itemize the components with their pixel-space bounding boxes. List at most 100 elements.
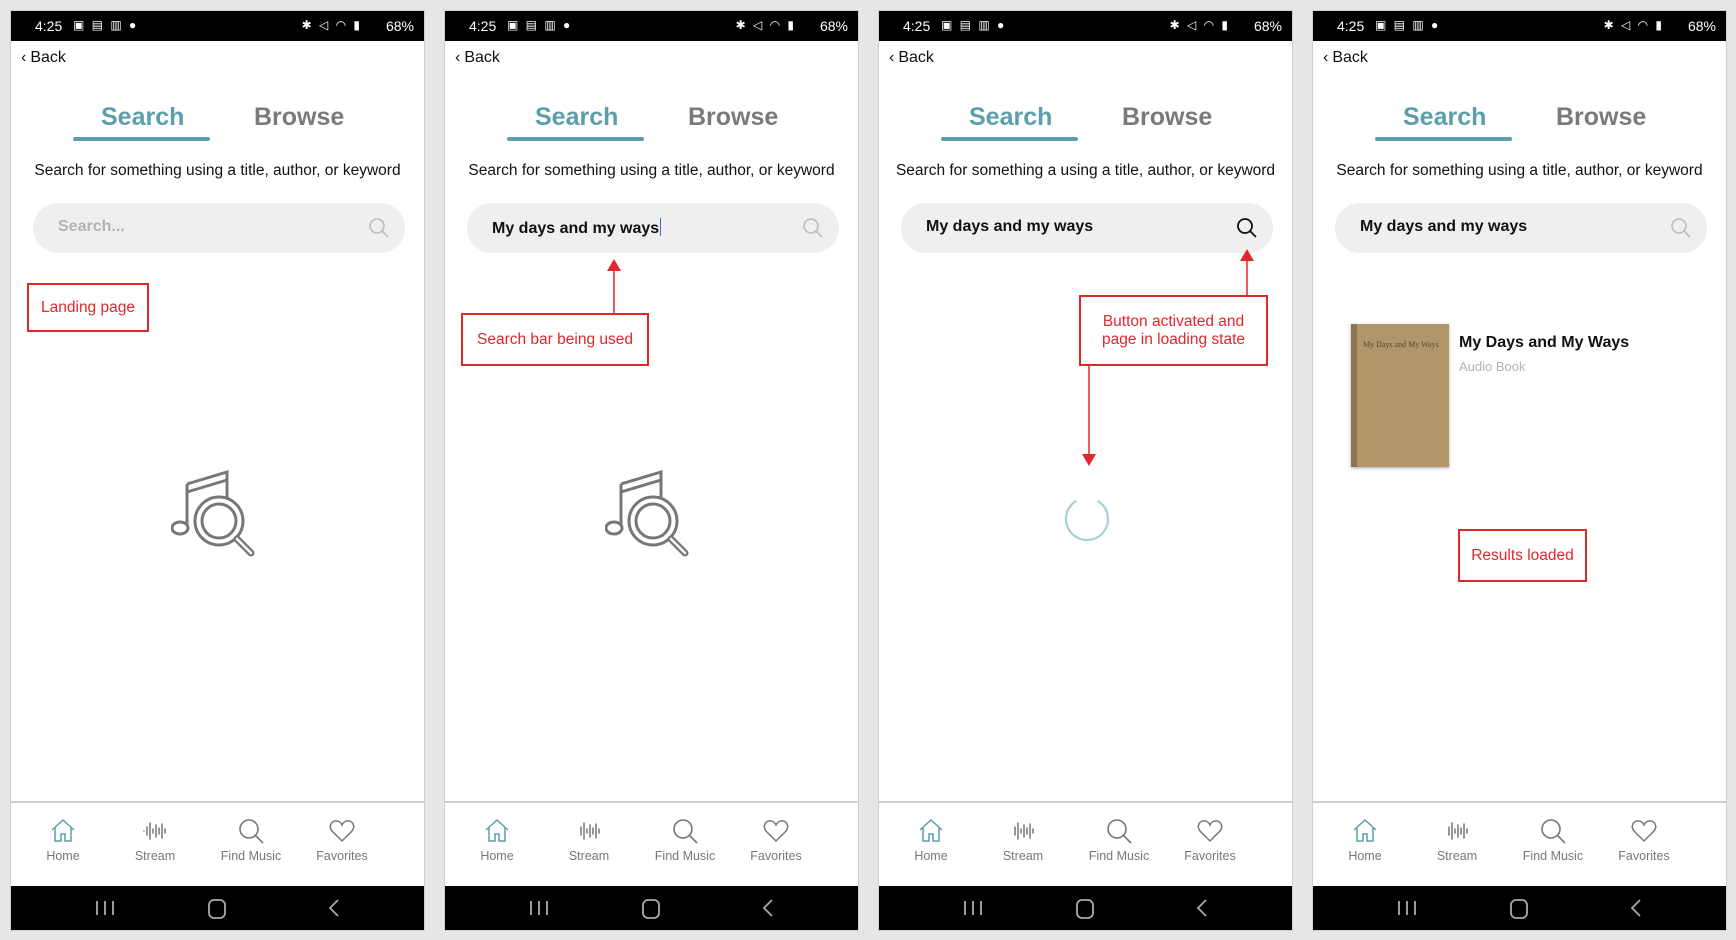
tabbar-favorites[interactable]: Favorites xyxy=(1594,817,1694,863)
phone-screen-landing: 4:25 ▣ ▤ ▥ ● ✱ ◁ ◠ ▮ 68% ‹ Back Search Br… xyxy=(10,10,425,931)
back-label: Back xyxy=(464,49,500,66)
tab-browse[interactable]: Browse xyxy=(1556,103,1646,132)
recents-icon[interactable] xyxy=(961,898,985,918)
tab-search[interactable]: Search xyxy=(535,103,618,132)
back-nav-icon[interactable] xyxy=(1629,898,1643,918)
system-icons: ✱ ◁ ◠ ▮ xyxy=(1603,18,1664,32)
magnifier-icon xyxy=(1107,819,1132,844)
annotation-results: Results loaded xyxy=(1458,529,1587,582)
annotation-loading-line2: page in loading state xyxy=(1101,331,1246,348)
tab-search[interactable]: Search xyxy=(101,103,184,132)
back-nav-icon[interactable] xyxy=(761,898,775,918)
home-button-icon[interactable] xyxy=(206,898,228,920)
chevron-left-icon: ‹ xyxy=(21,49,27,66)
search-icon[interactable] xyxy=(367,216,391,240)
status-bar: 4:25 ▣ ▤ ▥ ● ✱ ◁ ◠ ▮ 68% xyxy=(879,11,1292,41)
home-icon xyxy=(485,818,509,842)
tabbar-favorites[interactable]: Favorites xyxy=(726,817,826,863)
tabbar-favorites[interactable]: Favorites xyxy=(1160,817,1260,863)
search-input[interactable]: My days and my ways xyxy=(492,218,662,238)
tabbar-home[interactable]: Home xyxy=(1315,817,1415,863)
waveform-icon xyxy=(1014,822,1034,840)
home-icon xyxy=(919,818,943,842)
tab-browse[interactable]: Browse xyxy=(1122,103,1212,132)
waveform-icon xyxy=(143,822,166,840)
tabbar-favorites[interactable]: Favorites xyxy=(292,817,392,863)
search-instructions: Search for something using a title, auth… xyxy=(1336,162,1703,179)
recents-icon[interactable] xyxy=(1395,898,1419,918)
tabbar-stream-label: Stream xyxy=(568,849,610,863)
tab-search[interactable]: Search xyxy=(1403,103,1486,132)
loading-spinner-icon xyxy=(1064,496,1110,542)
system-nav-bar xyxy=(445,886,858,930)
tab-search[interactable]: Search xyxy=(969,103,1052,132)
tabbar-stream[interactable]: Stream xyxy=(105,817,205,863)
back-button[interactable]: ‹ Back xyxy=(1323,49,1368,67)
arrow-up-icon xyxy=(1240,249,1254,297)
tabbar-find-music-label: Find Music xyxy=(1088,849,1150,863)
active-tab-indicator xyxy=(507,137,644,141)
status-time: 4:25 xyxy=(469,18,497,34)
search-icon[interactable] xyxy=(1235,216,1259,240)
back-button[interactable]: ‹ Back xyxy=(889,49,934,67)
annotation-typing: Search bar being used xyxy=(461,313,649,366)
tabbar-favorites-label: Favorites xyxy=(1184,849,1236,863)
home-button-icon[interactable] xyxy=(1074,898,1096,920)
tabbar-stream[interactable]: Stream xyxy=(973,817,1073,863)
chevron-left-icon: ‹ xyxy=(1323,49,1329,66)
system-nav-bar xyxy=(11,886,424,930)
bottom-tab-bar: Home Stream Find Music Favorites xyxy=(445,801,858,888)
back-nav-icon[interactable] xyxy=(327,898,341,918)
search-bar[interactable]: My days and my ways xyxy=(467,203,839,253)
tabbar-favorites-label: Favorites xyxy=(316,849,368,863)
phone-screen-typing: 4:25 ▣ ▤ ▥ ● ✱ ◁ ◠ ▮ 68% ‹ Back Search Br… xyxy=(444,10,859,931)
search-input[interactable]: My days and my ways xyxy=(1360,218,1527,236)
bottom-tab-bar: Home Stream Find Music Favorites xyxy=(11,801,424,888)
bottom-tab-bar: Home Stream Find Music Favorites xyxy=(1313,801,1726,888)
tabbar-favorites-label: Favorites xyxy=(1618,849,1670,863)
recents-icon[interactable] xyxy=(93,898,117,918)
home-button-icon[interactable] xyxy=(640,898,662,920)
search-bar[interactable]: My days and my ways xyxy=(1335,203,1707,253)
tabbar-home[interactable]: Home xyxy=(881,817,981,863)
back-label: Back xyxy=(898,49,934,66)
status-bar: 4:25 ▣ ▤ ▥ ● ✱ ◁ ◠ ▮ 68% xyxy=(1313,11,1726,41)
search-bar[interactable]: My days and my ways xyxy=(901,203,1273,253)
tabbar-find-music[interactable]: Find Music xyxy=(1503,817,1603,863)
tabbar-find-music[interactable]: Find Music xyxy=(1069,817,1169,863)
back-nav-icon[interactable] xyxy=(1195,898,1209,918)
system-icons: ✱ ◁ ◠ ▮ xyxy=(1169,18,1230,32)
tabbar-stream[interactable]: Stream xyxy=(539,817,639,863)
heart-icon xyxy=(329,820,355,843)
tabbar-find-music[interactable]: Find Music xyxy=(635,817,735,863)
tab-browse[interactable]: Browse xyxy=(254,103,344,132)
bottom-tab-bar: Home Stream Find Music Favorites xyxy=(879,801,1292,888)
tabbar-stream[interactable]: Stream xyxy=(1407,817,1507,863)
result-title[interactable]: My Days and My Ways xyxy=(1459,334,1629,352)
back-button[interactable]: ‹ Back xyxy=(21,49,66,67)
tabbar-home[interactable]: Home xyxy=(447,817,547,863)
tabbar-stream-label: Stream xyxy=(134,849,176,863)
tabbar-home[interactable]: Home xyxy=(13,817,113,863)
recents-icon[interactable] xyxy=(527,898,551,918)
notification-icons: ▣ ▤ ▥ ● xyxy=(73,18,139,32)
search-input[interactable]: Search... xyxy=(58,218,125,236)
active-tab-indicator xyxy=(941,137,1078,141)
tabbar-home-label: Home xyxy=(914,849,948,863)
book-cover-image[interactable]: My Days and My Ways xyxy=(1351,324,1449,467)
magnifier-icon xyxy=(673,819,698,844)
search-icon[interactable] xyxy=(1669,216,1693,240)
home-button-icon[interactable] xyxy=(1508,898,1530,920)
chevron-left-icon: ‹ xyxy=(455,49,461,66)
back-button[interactable]: ‹ Back xyxy=(455,49,500,67)
tab-browse[interactable]: Browse xyxy=(688,103,778,132)
battery-level: 68% xyxy=(385,18,414,34)
search-bar[interactable]: Search... xyxy=(33,203,405,253)
search-input[interactable]: My days and my ways xyxy=(926,218,1093,236)
tabbar-find-music[interactable]: Find Music xyxy=(201,817,301,863)
search-icon[interactable] xyxy=(801,216,825,240)
arrow-down-icon xyxy=(1082,366,1096,466)
music-search-icon xyxy=(171,469,255,557)
home-icon xyxy=(1353,818,1377,842)
search-input-value: My days and my ways xyxy=(492,220,660,237)
